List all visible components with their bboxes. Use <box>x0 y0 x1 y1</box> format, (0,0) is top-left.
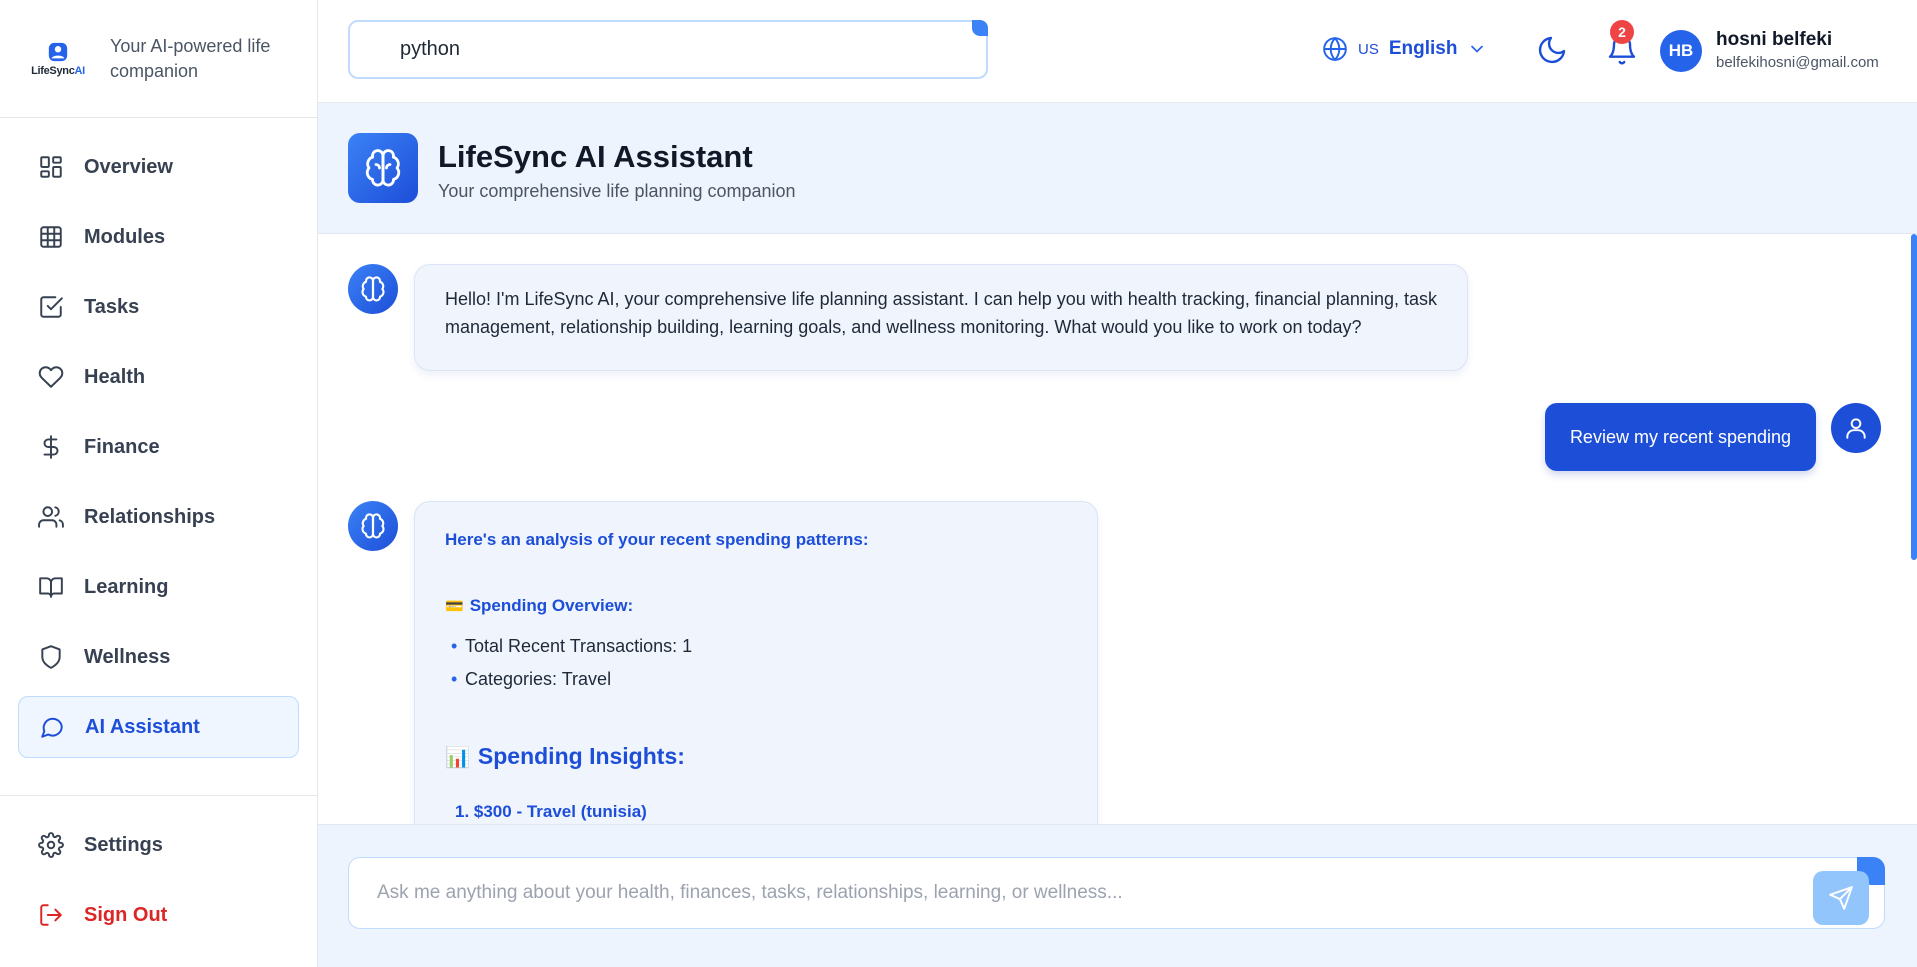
spending-insights-label: 📊 Spending Insights: <box>445 743 685 769</box>
shield-icon <box>41 645 61 669</box>
brand-tagline: Your AI-powered life companion <box>110 35 271 81</box>
overview-item: Categories: Travel <box>451 665 611 693</box>
sidebar-item-finance[interactable]: Finance <box>18 416 299 478</box>
send-icon <box>1829 886 1853 910</box>
brain-icon <box>361 276 385 302</box>
sidebar-item-label: Wellness <box>84 645 171 668</box>
assistant-avatar <box>348 501 398 551</box>
spending-overview-label: 💳 Spending Overview: <box>445 596 634 615</box>
sidebar-item-learning[interactable]: Learning <box>18 556 299 618</box>
globe-icon <box>1323 36 1347 62</box>
user-name: hosni belfeki <box>1716 29 1833 50</box>
sidebar-item-label: Sign Out <box>84 903 168 926</box>
dollar-icon <box>43 435 59 459</box>
assistant-avatar <box>348 264 398 314</box>
sign-out-icon <box>40 904 62 926</box>
sidebar: LifeSyncAI Your AI-powered life companio… <box>0 0 318 967</box>
sidebar-item-modules[interactable]: Modules <box>18 206 299 268</box>
sidebar-item-label: Settings <box>84 833 163 856</box>
analysis-heading: Here's an analysis of your recent spendi… <box>445 530 869 549</box>
send-button[interactable] <box>1813 871 1869 925</box>
checkbox-icon <box>40 296 63 318</box>
sidebar-item-overview[interactable]: Overview <box>18 136 299 198</box>
gear-icon <box>38 832 64 858</box>
brain-icon <box>361 513 385 539</box>
user-message: Review my recent spending <box>1545 403 1816 471</box>
sidebar-item-label: Tasks <box>84 295 140 318</box>
logo[interactable]: LifeSyncAI <box>30 41 86 77</box>
sidebar-item-settings[interactable]: Settings <box>18 814 300 876</box>
language-flag: US <box>1358 40 1379 58</box>
user-message-avatar <box>1831 403 1881 453</box>
sidebar-item-label: Health <box>84 365 146 388</box>
sidebar-item-ai-assistant[interactable]: AI Assistant <box>18 696 299 758</box>
chat-input-area <box>318 824 1917 967</box>
user-email: belfekihosni@gmail.com <box>1716 54 1879 71</box>
message-text: Hello! I'm LifeSync AI, your comprehensi… <box>445 289 1437 337</box>
chevron-down-icon <box>1471 45 1484 53</box>
brand: LifeSyncAI Your AI-powered life companio… <box>0 0 317 118</box>
overview-item: Total Recent Transactions: 1 <box>451 632 692 660</box>
bar-chart-icon: 📊 <box>445 747 470 769</box>
sidebar-item-tasks[interactable]: Tasks <box>18 276 299 338</box>
search-corner-accent <box>972 20 988 36</box>
language-label: English <box>1388 38 1458 59</box>
sidebar-item-label: Relationships <box>84 505 216 528</box>
brain-icon-tile <box>348 133 418 203</box>
page-title: LifeSync AI Assistant <box>438 139 753 174</box>
page-subtitle: Your comprehensive life planning compani… <box>438 181 796 201</box>
book-icon <box>39 577 63 598</box>
assistant-analysis-message: Here's an analysis of your recent spendi… <box>414 501 1098 824</box>
logo-text: LifeSyncAI <box>31 64 85 77</box>
heart-icon <box>38 366 64 388</box>
users-icon <box>38 506 64 528</box>
chat-bubble-icon <box>41 717 63 738</box>
chat-scrollbar[interactable] <box>1911 234 1917 560</box>
moon-icon[interactable] <box>1536 34 1568 66</box>
overview-grid-icon <box>40 156 62 178</box>
sidebar-item-label: Finance <box>84 435 160 458</box>
chat-messages[interactable]: Hello! I'm LifeSync AI, your comprehensi… <box>318 234 1917 824</box>
sidebar-item-label: Learning <box>84 575 169 598</box>
insight-item: 1. $300 - Travel (tunisia) <box>455 802 647 821</box>
modules-grid-icon <box>40 226 62 248</box>
search-input[interactable] <box>348 20 988 79</box>
sidebar-item-label: Overview <box>84 155 173 178</box>
sidebar-item-label: AI Assistant <box>85 715 200 738</box>
sidebar-item-wellness[interactable]: Wellness <box>18 626 299 688</box>
page-header: LifeSync AI Assistant Your comprehensive… <box>318 103 1917 234</box>
sidebar-nav: Overview Modules Tasks Health Finance Re… <box>0 136 317 758</box>
user-icon <box>1846 418 1866 439</box>
language-selector[interactable]: US English <box>1322 36 1487 62</box>
brain-icon <box>365 149 401 187</box>
sidebar-bottom: Settings Sign Out <box>0 795 318 954</box>
notification-badge: 2 <box>1610 20 1634 44</box>
logo-mark-icon <box>48 42 68 61</box>
credit-card-icon: 💳 <box>445 598 464 615</box>
sidebar-item-relationships[interactable]: Relationships <box>18 486 299 548</box>
sign-out-button[interactable]: Sign Out <box>18 884 300 946</box>
app-root: LifeSyncAI Your AI-powered life companio… <box>0 0 1917 967</box>
sidebar-item-label: Modules <box>84 225 166 248</box>
sidebar-item-health[interactable]: Health <box>18 346 299 408</box>
top-header: US English 2 HB hosni belfeki belfekihos… <box>318 0 1917 103</box>
chat-input[interactable] <box>348 857 1885 929</box>
avatar[interactable]: HB <box>1660 30 1702 72</box>
assistant-message: Hello! I'm LifeSync AI, your comprehensi… <box>414 264 1468 371</box>
